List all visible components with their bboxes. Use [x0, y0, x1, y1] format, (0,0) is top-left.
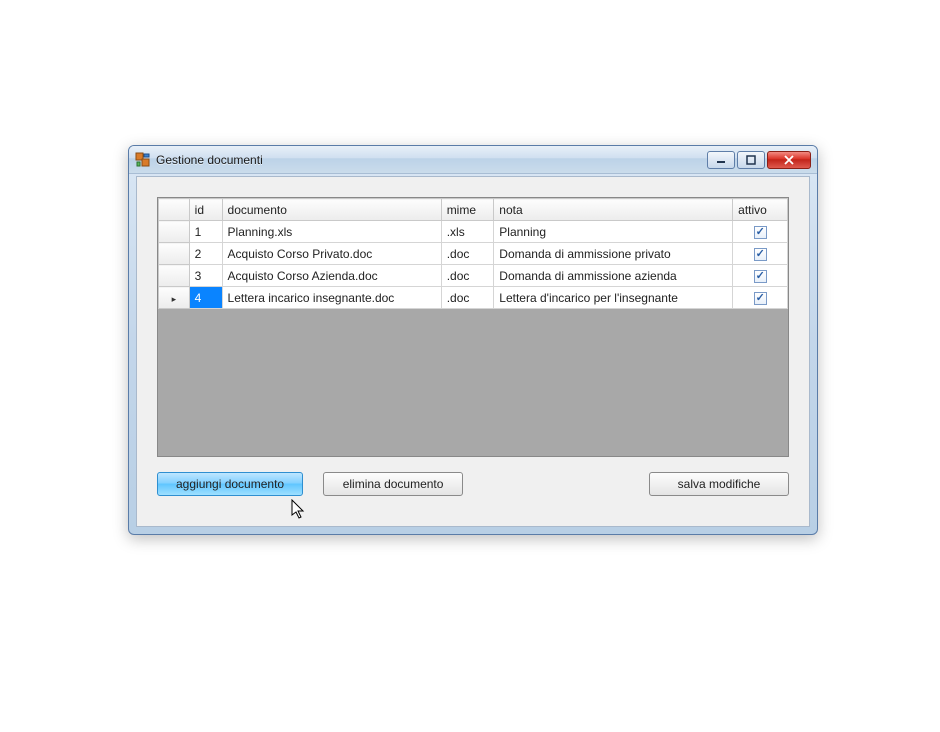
column-header-id[interactable]: id — [189, 199, 222, 221]
cell-id[interactable]: 4 — [189, 287, 222, 309]
attivo-checkbox[interactable] — [754, 248, 767, 261]
window-title: Gestione documenti — [156, 153, 263, 167]
titlebar[interactable]: Gestione documenti — [129, 146, 817, 174]
cell-documento[interactable]: Lettera incarico insegnante.doc — [222, 287, 441, 309]
cell-documento[interactable]: Acquisto Corso Azienda.doc — [222, 265, 441, 287]
close-button[interactable] — [767, 151, 811, 169]
window-frame: Gestione documenti id documento mime not… — [128, 145, 818, 535]
delete-document-button[interactable]: elimina documento — [323, 472, 463, 496]
row-header-cell[interactable] — [159, 243, 190, 265]
column-header-attivo[interactable]: attivo — [733, 199, 788, 221]
cell-nota[interactable]: Planning — [494, 221, 733, 243]
add-document-button[interactable]: aggiungi documento — [157, 472, 303, 496]
row-indicator-icon: ▸ — [172, 294, 177, 304]
table-row[interactable]: 1Planning.xls.xlsPlanning — [159, 221, 788, 243]
row-header-cell[interactable]: ▸ — [159, 287, 190, 309]
save-changes-button[interactable]: salva modifiche — [649, 472, 789, 496]
attivo-checkbox[interactable] — [754, 270, 767, 283]
cell-nota[interactable]: Domanda di ammissione azienda — [494, 265, 733, 287]
cell-attivo[interactable] — [733, 221, 788, 243]
minimize-button[interactable] — [707, 151, 735, 169]
cell-attivo[interactable] — [733, 287, 788, 309]
grid-empty-area[interactable] — [158, 309, 788, 451]
table-row[interactable]: 3Acquisto Corso Azienda.doc.docDomanda d… — [159, 265, 788, 287]
cell-documento[interactable]: Planning.xls — [222, 221, 441, 243]
column-header-nota[interactable]: nota — [494, 199, 733, 221]
cell-documento[interactable]: Acquisto Corso Privato.doc — [222, 243, 441, 265]
column-header-documento[interactable]: documento — [222, 199, 441, 221]
client-area: id documento mime nota attivo 1Planning.… — [136, 176, 810, 527]
cell-mime[interactable]: .doc — [441, 287, 494, 309]
button-row: aggiungi documento elimina documento sal… — [157, 472, 789, 496]
cell-mime[interactable]: .doc — [441, 243, 494, 265]
cell-id[interactable]: 1 — [189, 221, 222, 243]
cell-attivo[interactable] — [733, 243, 788, 265]
maximize-button[interactable] — [737, 151, 765, 169]
row-header-cell[interactable] — [159, 221, 190, 243]
cell-nota[interactable]: Lettera d'incarico per l'insegnante — [494, 287, 733, 309]
cell-nota[interactable]: Domanda di ammissione privato — [494, 243, 733, 265]
attivo-checkbox[interactable] — [754, 292, 767, 305]
row-header-cell[interactable] — [159, 265, 190, 287]
table-row[interactable]: ▸ 4Lettera incarico insegnante.doc.docLet… — [159, 287, 788, 309]
row-header-corner[interactable] — [159, 199, 190, 221]
column-header-row[interactable]: id documento mime nota attivo — [159, 199, 788, 221]
cell-id[interactable]: 2 — [189, 243, 222, 265]
column-header-mime[interactable]: mime — [441, 199, 494, 221]
cell-mime[interactable]: .xls — [441, 221, 494, 243]
cell-id[interactable]: 3 — [189, 265, 222, 287]
cell-attivo[interactable] — [733, 265, 788, 287]
attivo-checkbox[interactable] — [754, 226, 767, 239]
table-row[interactable]: 2Acquisto Corso Privato.doc.docDomanda d… — [159, 243, 788, 265]
app-icon — [135, 152, 151, 168]
cell-mime[interactable]: .doc — [441, 265, 494, 287]
datagrid[interactable]: id documento mime nota attivo 1Planning.… — [157, 197, 789, 457]
